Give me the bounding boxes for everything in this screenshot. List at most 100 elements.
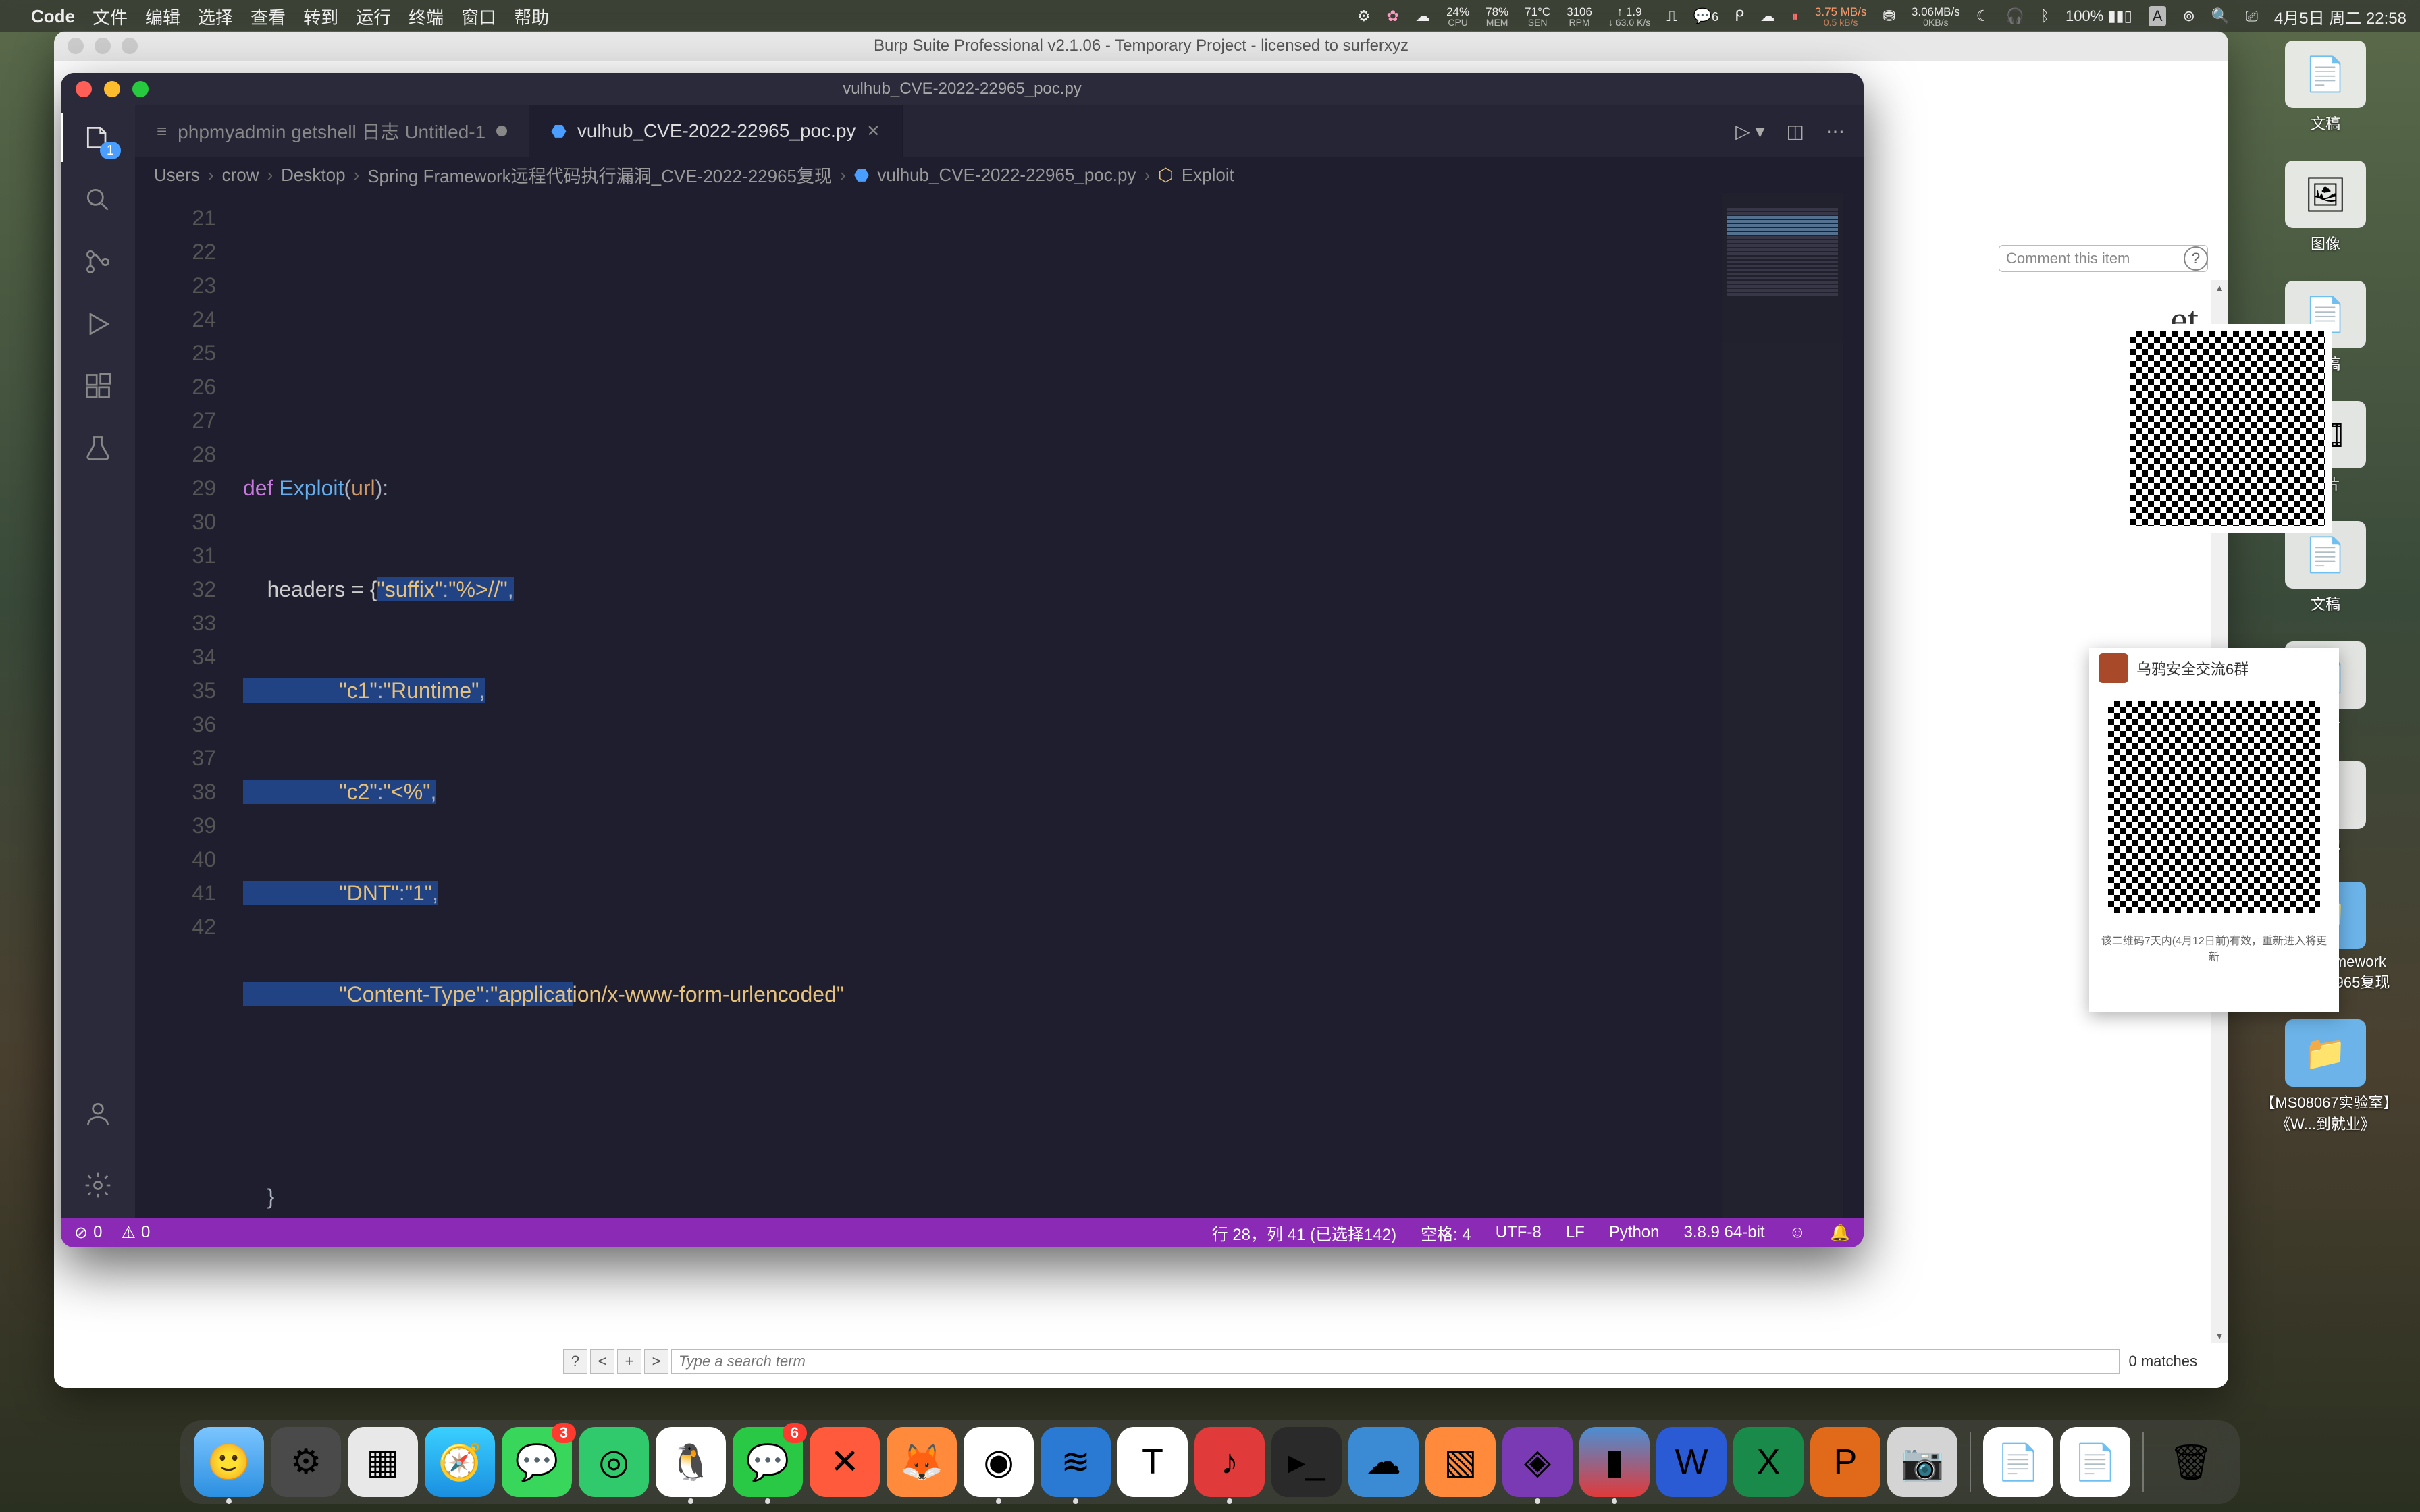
burp-comment-input[interactable]: Comment this item — [1999, 245, 2208, 272]
burp-zoom-icon[interactable] — [122, 38, 138, 54]
dock-excel[interactable]: X — [1733, 1427, 1804, 1497]
dock-firefox[interactable]: 🦊 — [887, 1427, 957, 1497]
qr-code-widget-2[interactable]: 乌鸦安全交流6群 该二维码7天内(4月12日前)有效，重新进入将更新 — [2089, 648, 2339, 1013]
status-python[interactable]: 3.8.9 64-bit — [1684, 1223, 1765, 1242]
dock-app1[interactable]: ▧ — [1425, 1427, 1496, 1497]
dock-vscode[interactable]: ≋ — [1041, 1427, 1111, 1497]
desktop-docs[interactable]: 📄文稿 — [2285, 40, 2366, 134]
burp-search-add-icon[interactable]: + — [617, 1349, 641, 1374]
burp-minimize-icon[interactable] — [95, 38, 111, 54]
burp-search-help-icon[interactable]: ? — [563, 1349, 587, 1374]
menu-window[interactable]: 窗口 — [461, 4, 496, 29]
burp-search-next-icon[interactable]: > — [644, 1349, 668, 1374]
status-encoding[interactable]: UTF-8 — [1496, 1223, 1542, 1242]
dock-recent-2[interactable]: 📄 — [2060, 1427, 2130, 1497]
dock-chrome[interactable]: ◉ — [964, 1427, 1034, 1497]
control-center-icon[interactable]: ⎚ — [2246, 7, 2258, 25]
menu-file[interactable]: 文件 — [93, 4, 128, 29]
status-cursor[interactable]: 行 28，列 41 (已选择142) — [1212, 1221, 1396, 1245]
tab-phpmyadmin[interactable]: ≡ phpmyadmin getshell 日志 Untitled-1 — [135, 105, 529, 157]
accounts-icon[interactable] — [79, 1095, 117, 1133]
menu-terminal[interactable]: 终端 — [409, 4, 444, 29]
dock-todesk[interactable]: ✕ — [810, 1427, 880, 1497]
menu-view[interactable]: 查看 — [251, 4, 286, 29]
desktop-ms08067-folder[interactable]: 📁【MS08067实验室】《W...到就业》 — [2258, 1019, 2393, 1134]
testing-icon[interactable] — [79, 429, 117, 467]
dock-tencent-cloud[interactable]: ☁ — [1348, 1427, 1419, 1497]
menu-select[interactable]: 选择 — [198, 4, 233, 29]
minimap[interactable] — [1722, 193, 1843, 1218]
dock-netease-music[interactable]: ♪ — [1194, 1427, 1265, 1497]
status-spaces[interactable]: 空格: 4 — [1421, 1221, 1471, 1245]
temp-stat[interactable]: 71°CSEN — [1525, 6, 1550, 27]
p-icon[interactable]: ᑭ — [1735, 7, 1744, 25]
dock-messages[interactable]: 💬3 — [502, 1427, 572, 1497]
dock-wechat-work[interactable]: ◎ — [579, 1427, 649, 1497]
dock-settings[interactable]: ⚙ — [271, 1427, 341, 1497]
disk-b-stat[interactable]: 3.06MB/s0KB/s — [1912, 6, 1960, 27]
vscode-zoom-icon[interactable] — [132, 81, 149, 97]
dock-powerpoint[interactable]: P — [1810, 1427, 1880, 1497]
vscode-close-icon[interactable] — [76, 81, 92, 97]
dock-safari[interactable]: 🧭 — [425, 1427, 495, 1497]
battery-status[interactable]: 100% ▮▮▯ — [2066, 7, 2132, 25]
breadcrumb[interactable]: Users› crow› Desktop› Spring Framework远程… — [135, 157, 1864, 193]
explorer-icon[interactable]: 1 — [79, 119, 117, 157]
source-control-icon[interactable] — [79, 243, 117, 281]
burp-help-icon[interactable]: ? — [2184, 246, 2208, 271]
dock-trash[interactable]: 🗑 — [2156, 1427, 2226, 1497]
menu-run[interactable]: 运行 — [356, 4, 391, 29]
a-icon[interactable]: A — [2149, 6, 2167, 26]
more-actions-icon[interactable]: ⋯ — [1826, 120, 1845, 142]
app-name[interactable]: Code — [31, 6, 75, 27]
vscode-window-controls[interactable] — [76, 81, 149, 97]
run-debug-icon[interactable] — [79, 305, 117, 343]
dock-app3[interactable]: ▮ — [1579, 1427, 1650, 1497]
run-file-icon[interactable]: ▷ ▾ — [1735, 120, 1764, 142]
burp-search-prev-icon[interactable]: < — [590, 1349, 614, 1374]
drive-icon[interactable]: ⛃ — [1883, 7, 1895, 25]
mem-stat[interactable]: 78%MEM — [1485, 6, 1508, 27]
dock-qq[interactable]: 🐧 — [656, 1427, 726, 1497]
disk-a-stat[interactable]: 3.75 MB/s0.5 kB/s — [1815, 6, 1867, 27]
cloud-icon[interactable]: ☁ — [1415, 7, 1430, 25]
tab-close-icon[interactable]: ✕ — [866, 122, 880, 141]
cpu-stat[interactable]: 24%CPU — [1446, 6, 1469, 27]
code-area[interactable]: def Exploit(url): headers = {"suffix":"%… — [243, 201, 1715, 1218]
dock-launchpad[interactable]: ▦ — [348, 1427, 418, 1497]
dock-wechat[interactable]: 💬6 — [733, 1427, 803, 1497]
headphones-icon[interactable]: 🎧 — [2005, 7, 2024, 25]
dock-recent-1[interactable]: 📄 — [1983, 1427, 2053, 1497]
flower-icon[interactable]: ✿ — [1387, 7, 1399, 25]
pause-icon[interactable]: ⏸ — [1791, 7, 1799, 25]
datetime[interactable]: 4月5日 周二 22:58 — [2274, 5, 2406, 28]
dock-terminal[interactable]: ▸_ — [1271, 1427, 1342, 1497]
burp-search-input[interactable] — [671, 1349, 2120, 1374]
status-bell-icon[interactable]: 🔔 — [1830, 1223, 1850, 1243]
menu-goto[interactable]: 转到 — [303, 4, 338, 29]
status-language[interactable]: Python — [1609, 1223, 1660, 1242]
vscode-minimize-icon[interactable] — [104, 81, 120, 97]
dock-word[interactable]: W — [1656, 1427, 1727, 1497]
search-icon[interactable] — [79, 181, 117, 219]
settings-icon[interactable] — [79, 1166, 117, 1204]
desktop-images[interactable]: 🖼图像 — [2285, 161, 2366, 254]
spotlight-icon[interactable]: 🔍 — [2211, 7, 2230, 25]
vscode-editor[interactable]: 2122232425262728293031323334353637383940… — [135, 193, 1864, 1218]
status-eol[interactable]: LF — [1566, 1223, 1585, 1242]
bluetooth-icon[interactable]: ᛒ — [2041, 7, 2049, 25]
dock-app2[interactable]: ◈ — [1502, 1427, 1573, 1497]
split-editor-icon[interactable]: ◫ — [1787, 120, 1804, 142]
desktop-docs3[interactable]: 📄文稿 — [2285, 521, 2366, 614]
wifi-icon[interactable]: ⊚ — [2182, 7, 2194, 25]
dock-camera[interactable]: 📷 — [1887, 1427, 1957, 1497]
bar-icon[interactable]: ⎍ — [1666, 7, 1677, 25]
tab-vulhub-poc[interactable]: ⬣ vulhub_CVE-2022-22965_poc.py ✕ — [529, 105, 902, 157]
dock-finder[interactable]: 🙂 — [194, 1427, 264, 1497]
burp-close-icon[interactable] — [68, 38, 84, 54]
rpm-stat[interactable]: 3106RPM — [1567, 6, 1592, 27]
menu-edit[interactable]: 编辑 — [145, 4, 180, 29]
scroll-up-icon[interactable]: ▲ — [2213, 281, 2226, 294]
net-stat[interactable]: ↑ 1.9↓ 63.0 K/s — [1608, 6, 1650, 27]
gear-icon[interactable]: ⚙ — [1357, 7, 1371, 25]
